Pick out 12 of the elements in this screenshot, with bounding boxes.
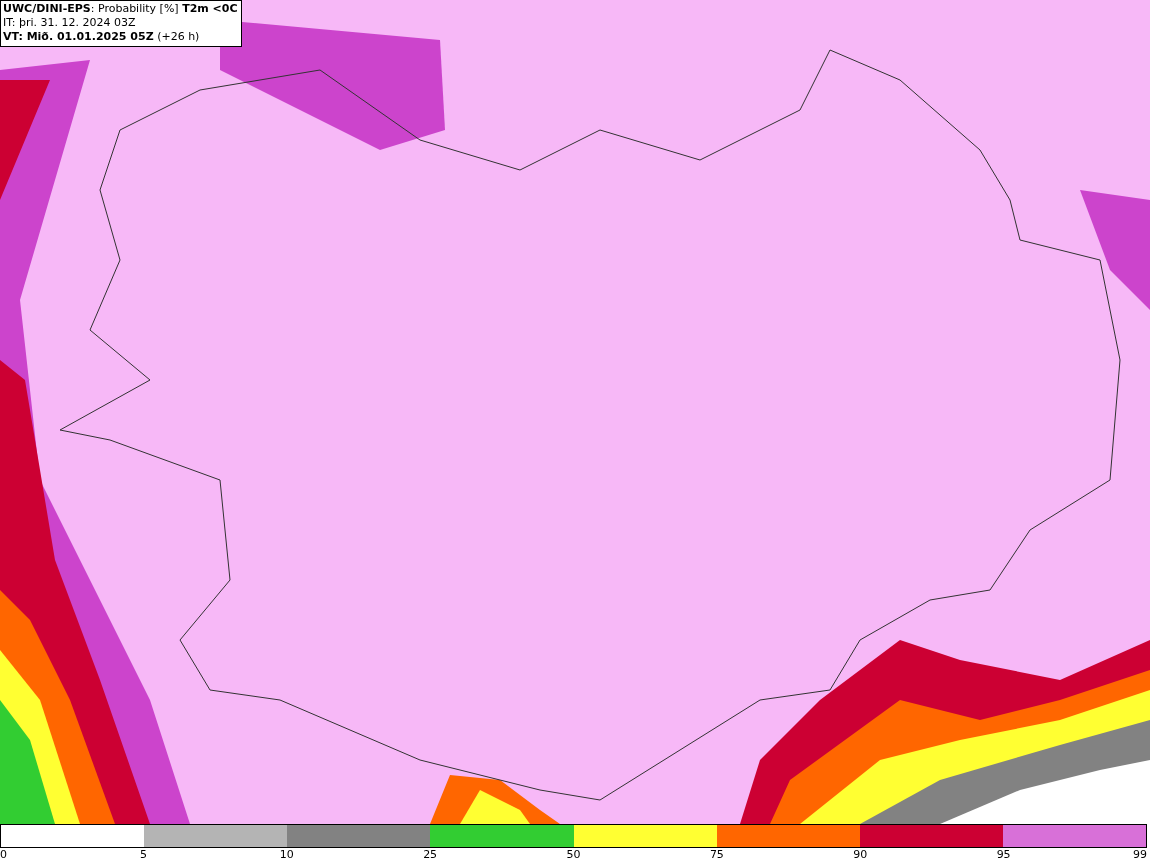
scale-label: 0 (0, 848, 7, 862)
valid-time: VT: Mið. 01.01.2025 05Z (+26 h) (3, 30, 201, 44)
scale-label: 95 (996, 848, 1011, 862)
scale-label: 75 (709, 848, 724, 862)
scale-label: 25 (423, 848, 438, 862)
issue-time: IT: þri. 31. 12. 2024 03Z (3, 16, 137, 30)
map-title: UWC/DINI-EPS: Probability [%] T2m <0C (3, 2, 238, 16)
scale-label: 99 (1133, 848, 1147, 862)
scale-label: 5 (139, 848, 147, 862)
scale-label: 50 (566, 848, 581, 862)
scale-label: 10 (279, 848, 294, 862)
scale-label: 90 (853, 848, 868, 862)
